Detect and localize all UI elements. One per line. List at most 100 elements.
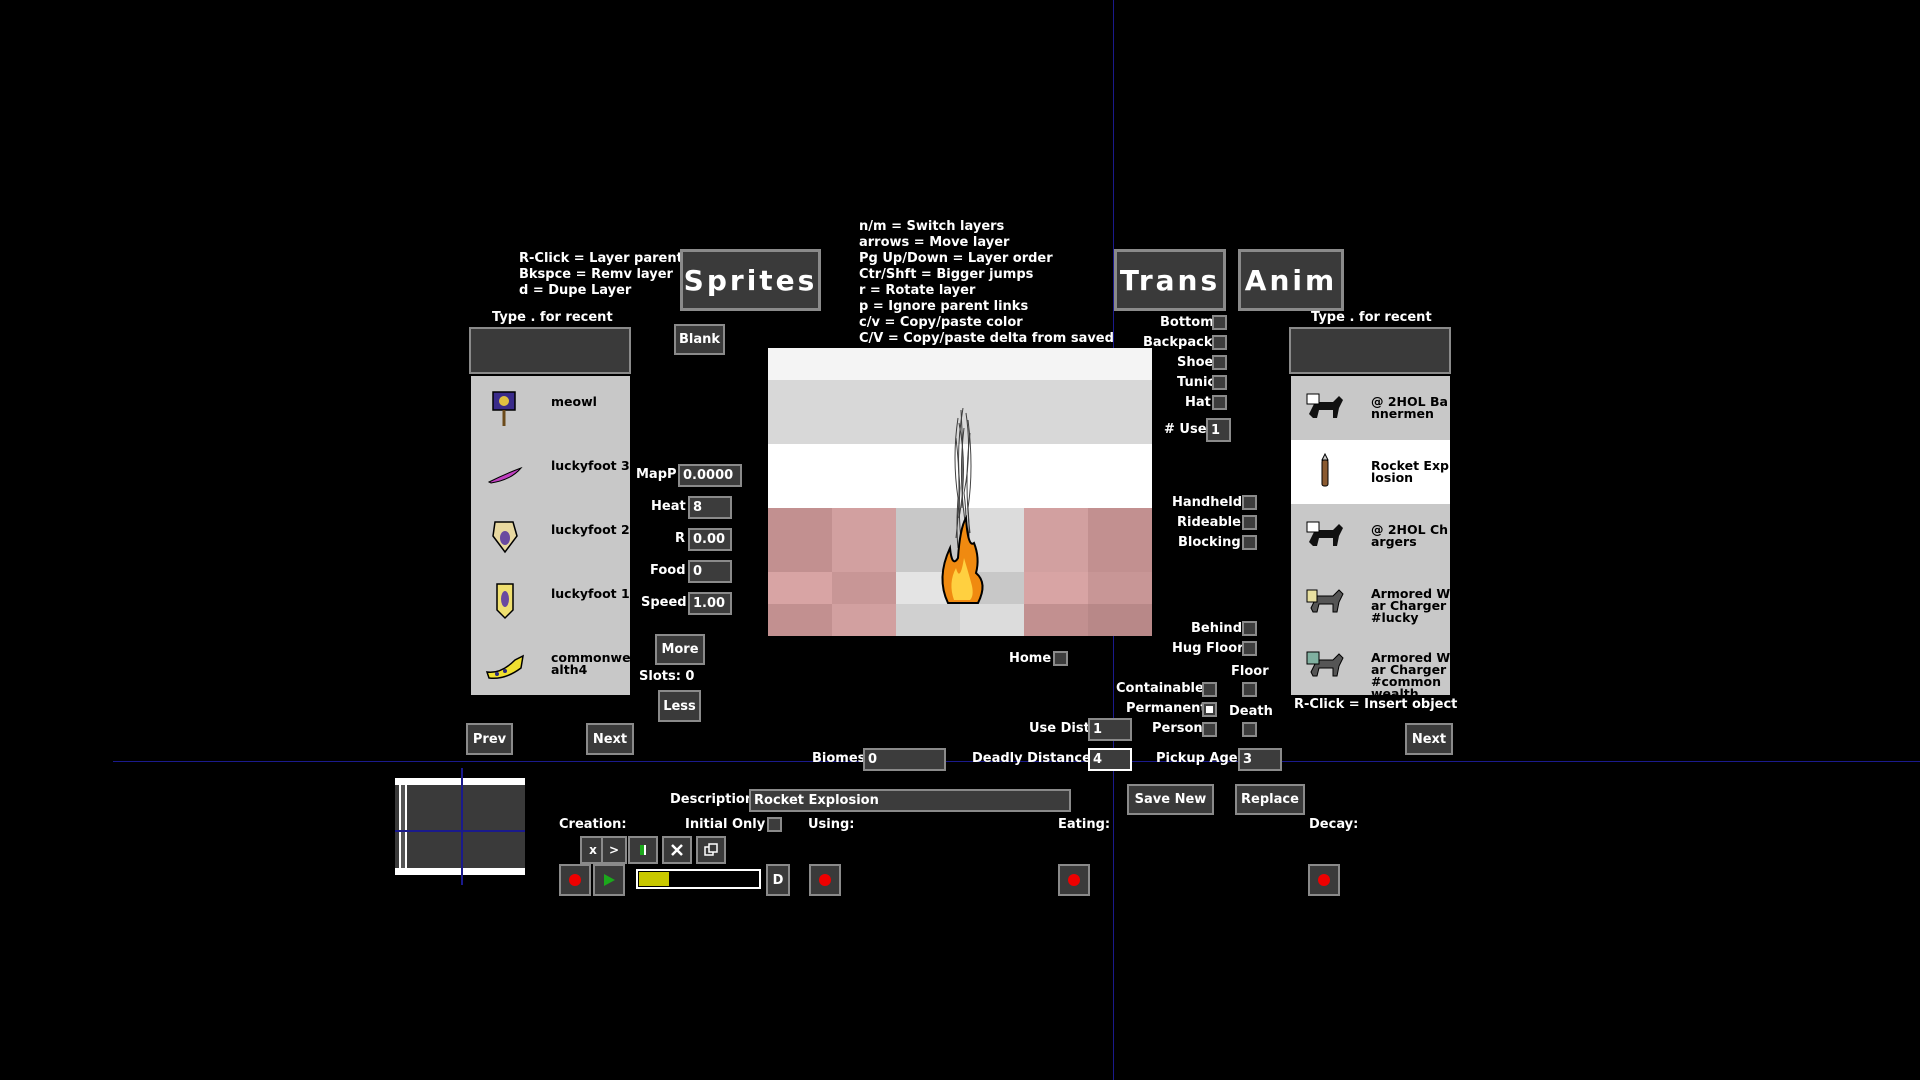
rabbit-badge-icon bbox=[492, 521, 518, 554]
sprites-button[interactable]: Sprites bbox=[680, 249, 821, 311]
heat-field[interactable]: 8 bbox=[688, 496, 732, 519]
death-checkbox[interactable] bbox=[1242, 722, 1257, 737]
trans-button[interactable]: Trans bbox=[1114, 249, 1226, 311]
list-item[interactable]: luckyfoot 3 bbox=[471, 440, 630, 504]
floor-checkbox[interactable] bbox=[1242, 682, 1257, 697]
save-new-button[interactable]: Save New bbox=[1127, 784, 1214, 815]
next-sound-button[interactable]: > bbox=[601, 836, 627, 864]
next-right-button[interactable]: Next bbox=[1405, 723, 1453, 755]
list-item[interactable]: @ 2HOL Chargers bbox=[1291, 504, 1450, 568]
list-item-label: Armored War Charger #lucky bbox=[1371, 586, 1450, 625]
list-item-label: commonwealth4 bbox=[551, 650, 630, 677]
bottom-label: Bottom bbox=[1160, 315, 1214, 330]
record-decay-button[interactable] bbox=[1308, 864, 1340, 896]
bottom-checkbox[interactable] bbox=[1212, 315, 1227, 330]
copy-sound-button[interactable] bbox=[696, 836, 726, 864]
r-field[interactable]: 0.00 bbox=[688, 528, 732, 551]
more-button[interactable]: More bbox=[655, 634, 705, 665]
person-label: Person bbox=[1152, 721, 1203, 736]
next-left-button[interactable]: Next bbox=[586, 723, 634, 755]
list-item[interactable]: meowl bbox=[471, 376, 630, 440]
behind-checkbox[interactable] bbox=[1242, 621, 1257, 636]
anim-button[interactable]: Anim bbox=[1238, 249, 1344, 311]
slots-label: Slots: 0 bbox=[639, 669, 695, 684]
layer-thumbnail[interactable] bbox=[395, 768, 525, 885]
backpack-checkbox[interactable] bbox=[1212, 335, 1227, 350]
behind-label: Behind bbox=[1191, 621, 1242, 636]
use-field[interactable]: 1 bbox=[1206, 418, 1231, 442]
hug-floor-checkbox[interactable] bbox=[1242, 641, 1257, 656]
insert-object-hint: R-Click = Insert object bbox=[1294, 697, 1458, 712]
list-item-label: @ 2HOL Chargers bbox=[1371, 522, 1449, 549]
prev-button[interactable]: Prev bbox=[466, 723, 513, 755]
left-search-input[interactable] bbox=[469, 327, 631, 374]
right-object-list: @ 2HOL Bannermen Rocket Explosion @ 2HOL… bbox=[1291, 376, 1450, 695]
flag-icon bbox=[492, 391, 516, 426]
tunic-checkbox[interactable] bbox=[1212, 375, 1227, 390]
replace-button[interactable]: Replace bbox=[1235, 784, 1305, 815]
list-item[interactable]: Armored War Charger #commonwealth bbox=[1291, 632, 1450, 695]
creation-sound-label: Creation: bbox=[559, 817, 627, 832]
list-item[interactable]: luckyfoot 1 bbox=[471, 568, 630, 632]
deadly-distance-label: Deadly Distance bbox=[972, 751, 1091, 766]
containable-checkbox[interactable] bbox=[1202, 682, 1217, 697]
list-item-label: luckyfoot 1 bbox=[551, 586, 630, 601]
record-using-button[interactable] bbox=[809, 864, 841, 896]
volume-slider[interactable] bbox=[636, 869, 761, 889]
record-eating-button[interactable] bbox=[1058, 864, 1090, 896]
close-icon bbox=[671, 844, 683, 856]
using-sound-label: Using: bbox=[808, 817, 855, 832]
right-search-input[interactable] bbox=[1289, 327, 1451, 374]
less-button[interactable]: Less bbox=[658, 690, 701, 722]
pickup-age-field[interactable]: 3 bbox=[1238, 748, 1282, 771]
hat-checkbox[interactable] bbox=[1212, 395, 1227, 410]
biomes-field[interactable]: 0 bbox=[863, 748, 946, 771]
heat-label: Heat bbox=[651, 499, 686, 514]
record-creation-button[interactable] bbox=[559, 864, 591, 896]
pickup-age-label: Pickup Age bbox=[1156, 751, 1238, 766]
handheld-checkbox[interactable] bbox=[1242, 495, 1257, 510]
speed-label: Speed bbox=[641, 595, 687, 610]
person-checkbox[interactable] bbox=[1202, 722, 1217, 737]
list-item-selected[interactable]: Rocket Explosion bbox=[1291, 440, 1450, 504]
list-item[interactable]: @ 2HOL Bannermen bbox=[1291, 376, 1450, 440]
permanent-label: Permanent bbox=[1126, 701, 1207, 716]
list-item-label: luckyfoot 2 bbox=[551, 522, 630, 537]
decay-sound-label: Decay: bbox=[1309, 817, 1359, 832]
rocket-explosion-sprite bbox=[941, 408, 984, 604]
right-type-hint: Type . for recent bbox=[1311, 310, 1432, 325]
permanent-checkbox[interactable] bbox=[1202, 702, 1217, 717]
description-label: Description bbox=[670, 792, 755, 807]
initial-only-checkbox[interactable] bbox=[767, 817, 782, 832]
list-item[interactable]: luckyfoot 2 bbox=[471, 504, 630, 568]
sound-marker-button[interactable] bbox=[628, 836, 658, 864]
d-button[interactable]: D bbox=[766, 864, 790, 896]
armored-horse-icon bbox=[1306, 651, 1344, 677]
horse-icon bbox=[1306, 521, 1343, 546]
sprite-preview-canvas[interactable] bbox=[768, 348, 1152, 636]
delete-sound-button[interactable] bbox=[662, 836, 692, 864]
biomes-label: Biomes bbox=[812, 751, 866, 766]
list-item[interactable]: Armored War Charger #lucky bbox=[1291, 568, 1450, 632]
death-label: Death bbox=[1229, 704, 1273, 719]
list-item[interactable]: commonwealth4 bbox=[471, 632, 630, 695]
rabbit-pennant-icon bbox=[496, 583, 514, 620]
description-field[interactable]: Rocket Explosion bbox=[749, 789, 1071, 812]
deadly-distance-field[interactable]: 4 bbox=[1088, 748, 1132, 771]
rocket-icon bbox=[1321, 452, 1329, 487]
list-item-label: Rocket Explosion bbox=[1371, 458, 1449, 485]
blank-button[interactable]: Blank bbox=[674, 324, 725, 355]
mapp-field[interactable]: 0.0000 bbox=[678, 464, 742, 487]
food-field[interactable]: 0 bbox=[688, 560, 732, 583]
list-item-label: luckyfoot 3 bbox=[551, 458, 630, 473]
rideable-checkbox[interactable] bbox=[1242, 515, 1257, 530]
shoe-checkbox[interactable] bbox=[1212, 355, 1227, 370]
copy-icon bbox=[704, 843, 718, 856]
food-label: Food bbox=[650, 563, 686, 578]
home-checkbox[interactable] bbox=[1053, 651, 1068, 666]
play-creation-button[interactable] bbox=[593, 864, 625, 896]
speed-field[interactable]: 1.00 bbox=[688, 592, 732, 615]
blocking-checkbox[interactable] bbox=[1242, 535, 1257, 550]
use-dist-field[interactable]: 1 bbox=[1088, 718, 1132, 741]
use-dist-label: Use Dist bbox=[1029, 721, 1090, 736]
